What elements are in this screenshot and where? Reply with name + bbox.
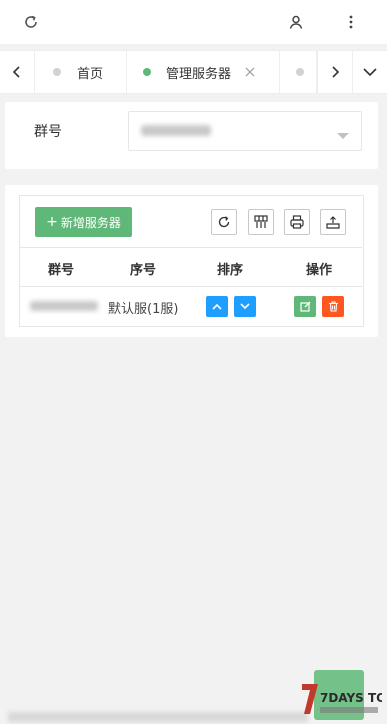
top-bar [0, 0, 387, 45]
column-header-seq: 序号 [130, 263, 157, 278]
tab-partial[interactable] [280, 51, 317, 93]
trash-icon [328, 301, 338, 312]
refresh-icon [218, 216, 230, 228]
edit-icon [299, 301, 310, 312]
move-down-button[interactable] [234, 296, 256, 317]
group-select[interactable] [128, 111, 362, 151]
print-button[interactable] [284, 209, 310, 235]
tabs-next-button[interactable] [317, 51, 353, 93]
more-icon[interactable] [339, 10, 363, 34]
column-header-sort: 排序 [217, 263, 244, 278]
print-icon [290, 215, 304, 229]
column-header-actions: 操作 [306, 263, 333, 278]
chevron-up-icon [212, 303, 222, 310]
group-label: 群号 [34, 124, 62, 140]
game-logo: 7DAYS TO DIE [300, 680, 387, 720]
delete-button[interactable] [322, 296, 344, 317]
tab-status-dot [296, 68, 304, 76]
chevron-down-icon [240, 303, 250, 310]
columns-icon [254, 215, 268, 228]
edit-button[interactable] [294, 296, 316, 317]
export-button[interactable] [320, 209, 346, 235]
move-up-button[interactable] [206, 296, 228, 317]
tab-status-dot [53, 68, 61, 76]
column-header-group: 群号 [48, 263, 75, 278]
add-server-button[interactable]: + 新增服务器 [35, 207, 132, 237]
user-icon[interactable] [284, 10, 308, 34]
refresh-icon[interactable] [19, 10, 43, 34]
seq-cell: 默认服(1服) [108, 302, 179, 317]
tabs-dropdown-button[interactable] [352, 51, 387, 93]
chevron-down-icon [337, 128, 349, 144]
footer-text-redacted [8, 712, 308, 722]
group-value-redacted [141, 125, 211, 136]
tab-status-dot [143, 68, 151, 76]
refresh-table-button[interactable] [211, 209, 237, 235]
tab-label: 首页 [77, 66, 104, 82]
tab-label: 管理服务器 [166, 66, 232, 82]
group-cell-redacted [30, 301, 98, 311]
svg-text:7DAYS TO DIE: 7DAYS TO DIE [320, 691, 382, 705]
tab-home[interactable]: 首页 [34, 51, 127, 93]
export-icon [326, 216, 340, 229]
divider [20, 247, 362, 248]
tabs-prev-button[interactable] [0, 51, 35, 93]
tab-manage-servers[interactable]: 管理服务器 [127, 51, 280, 93]
add-server-label: 新增服务器 [60, 215, 121, 230]
columns-filter-button[interactable] [248, 209, 274, 235]
close-icon[interactable] [245, 67, 255, 77]
tabs-bar: 首页 管理服务器 [0, 50, 387, 94]
plus-icon: + [46, 214, 58, 230]
